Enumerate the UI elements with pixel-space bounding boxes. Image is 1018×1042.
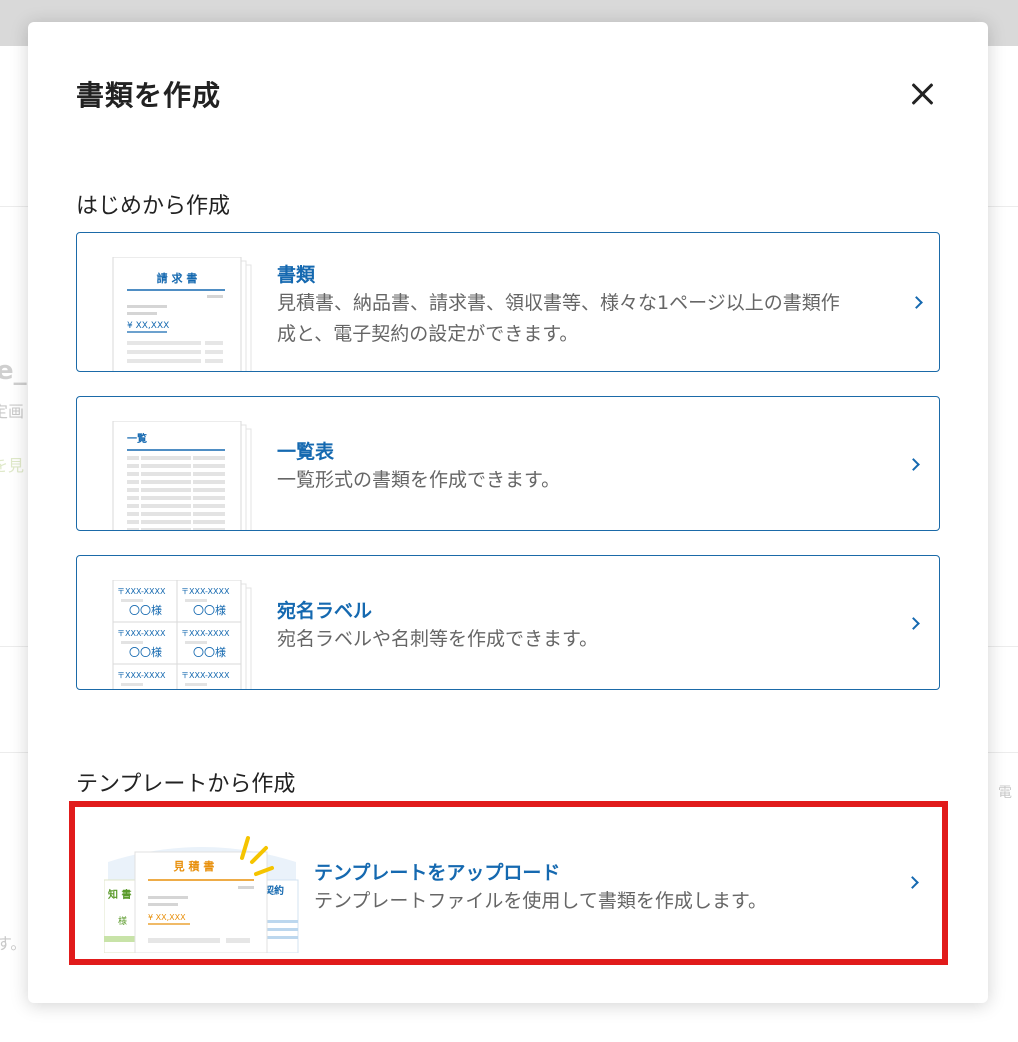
document-thumbnail: 請 求 書 ¥ XX,XXX xyxy=(107,256,257,371)
close-icon[interactable] xyxy=(904,76,940,112)
background-text: e_ xyxy=(0,356,27,386)
card-description: 宛名ラベルや名刺等を作成できます。 xyxy=(277,628,599,650)
thumb-name: 〇〇様 xyxy=(193,603,226,617)
highlight-box xyxy=(69,801,948,965)
chevron-right-icon xyxy=(910,296,923,309)
background-text: 電 xyxy=(998,785,1012,801)
background-text: 定画 xyxy=(0,402,25,421)
background-text: す。 xyxy=(0,934,27,953)
thumb-name: 〇〇様 xyxy=(193,645,226,659)
thumb-postal: 〒XXX-XXXX xyxy=(181,671,230,680)
thumb-postal: 〒XXX-XXXX xyxy=(181,587,230,596)
section-heading-scratch: はじめから作成 xyxy=(76,194,231,219)
background-text: を見 xyxy=(0,456,25,475)
card-description-line: 成と、電子契約の設定ができます。 xyxy=(277,323,579,345)
card-title: 書類 xyxy=(277,264,316,286)
thumb-name: 〇〇様 xyxy=(129,645,162,659)
chevron-right-icon xyxy=(907,458,920,471)
card-description-line: 見積書、納品書、請求書、領収書等、様々な1ページ以上の書類作 xyxy=(277,292,840,314)
card-address-label[interactable]: 〒XXX-XXXX 〒XXX-XXXX 〇〇様 〇〇様 〒XXX-XXXX 〒X… xyxy=(76,555,940,690)
thumb-postal: 〒XXX-XXXX xyxy=(181,629,230,638)
thumb-heading: 請 求 書 xyxy=(157,271,198,285)
list-thumbnail: 一覧 xyxy=(107,420,257,530)
card-description: 一覧形式の書類を作成できます。 xyxy=(277,469,561,491)
card-list[interactable]: 一覧 一覧表 一覧形式の書類を作成できます。 xyxy=(76,396,940,531)
section-heading-template: テンプレートから作成 xyxy=(76,772,296,797)
card-title: 一覧表 xyxy=(277,441,335,463)
thumb-name: 〇〇様 xyxy=(129,603,162,617)
label-thumbnail: 〒XXX-XXXX 〒XXX-XXXX 〇〇様 〇〇様 〒XXX-XXXX 〒X… xyxy=(107,579,257,689)
card-document[interactable]: 請 求 書 ¥ XX,XXX 書類 見積書、納品書、請求書、領収書等、様々な1ペ… xyxy=(76,232,940,372)
modal-title: 書類を作成 xyxy=(76,79,222,112)
thumb-postal: 〒XXX-XXXX xyxy=(117,671,166,680)
thumb-postal: 〒XXX-XXXX xyxy=(117,587,166,596)
chevron-right-icon xyxy=(907,617,920,630)
thumb-heading: 一覧 xyxy=(127,432,147,445)
thumb-postal: 〒XXX-XXXX xyxy=(117,629,166,638)
card-title: 宛名ラベル xyxy=(277,600,373,622)
card-description: 見積書、納品書、請求書、領収書等、様々な1ページ以上の書類作 成と、電子契約の設… xyxy=(277,288,840,350)
thumb-amount: ¥ XX,XXX xyxy=(127,321,169,331)
